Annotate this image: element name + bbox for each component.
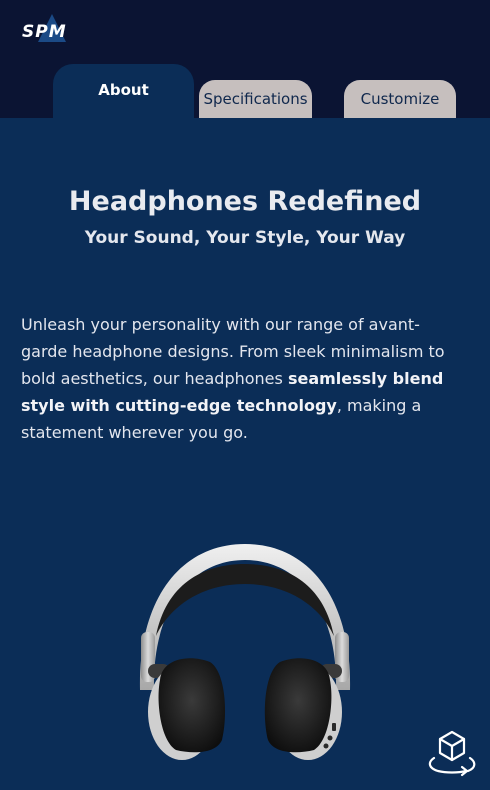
page-subtitle: Your Sound, Your Style, Your Way — [84, 228, 406, 248]
tab-customize-label: Customize — [360, 90, 440, 108]
ar-view-icon — [428, 730, 476, 777]
tab-about[interactable]: About — [53, 64, 194, 118]
description-paragraph: Unleash your personality with our range … — [21, 311, 461, 446]
tab-about-label: About — [98, 81, 149, 99]
brand-logo[interactable]: SPM — [22, 12, 96, 48]
logo-text: SPM — [22, 22, 67, 42]
tab-specifications[interactable]: Specifications — [199, 80, 312, 118]
tab-specifications-label: Specifications — [203, 90, 308, 108]
page-title: Headphones Redefined — [68, 186, 422, 217]
header-bar: SPM About Specifications Customize — [0, 0, 490, 118]
tab-customize[interactable]: Customize — [344, 80, 456, 118]
headphones-image — [130, 540, 360, 762]
ar-view-button[interactable] — [424, 728, 480, 778]
